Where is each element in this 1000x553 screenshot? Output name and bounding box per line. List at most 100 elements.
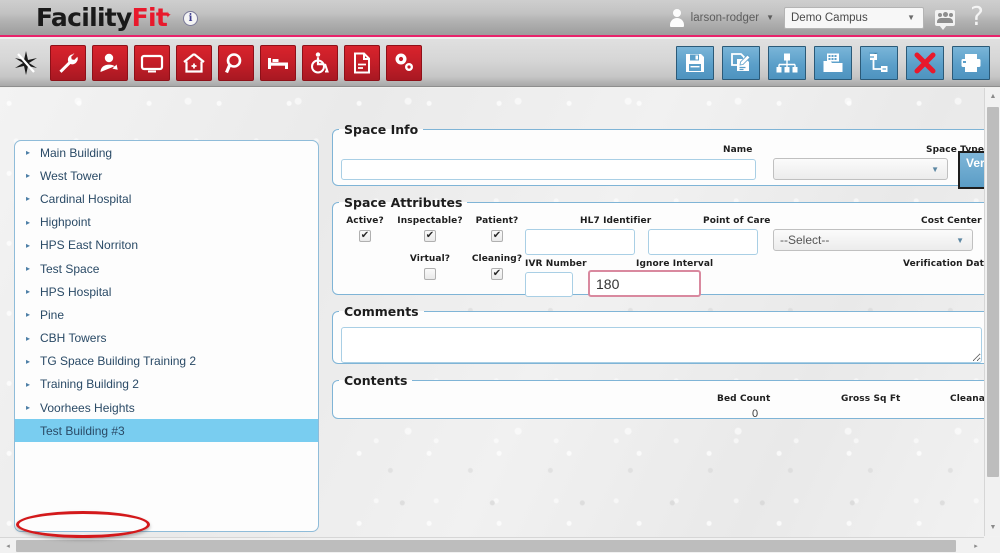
scroll-down-arrow-icon[interactable]: ▼ xyxy=(985,519,1000,536)
tree-item[interactable]: ▸ Cardinal Hospital xyxy=(15,187,318,210)
bed-icon-button[interactable] xyxy=(260,45,296,81)
building-tree-panel: ▸ Main Building ▸ West Tower ▸ Cardinal … xyxy=(14,140,319,532)
gross-sqft-header: Gross Sq Ft xyxy=(841,394,900,404)
home-plus-icon-button[interactable] xyxy=(176,45,212,81)
tree-item[interactable]: ▸ HPS Hospital xyxy=(15,280,318,303)
expander-icon[interactable]: ▸ xyxy=(26,334,40,343)
hierarchy-button[interactable] xyxy=(768,46,806,80)
node-link-button[interactable] xyxy=(860,46,898,80)
space-info-body: Name Space Type ▼ Verify Now xyxy=(333,137,991,150)
expander-icon[interactable]: ▸ xyxy=(26,380,40,389)
tree-item[interactable]: ▸ Main Building xyxy=(15,141,318,164)
expander-icon[interactable]: ▸ xyxy=(26,241,40,250)
person-icon xyxy=(98,51,122,75)
delete-x-icon xyxy=(913,51,937,75)
gears-icon-button[interactable] xyxy=(386,45,422,81)
expander-icon[interactable]: ▸ xyxy=(26,287,40,296)
expander-icon[interactable]: ▸ xyxy=(26,357,40,366)
expander-icon[interactable]: ▸ xyxy=(26,171,40,180)
tree-item[interactable]: ▸ West Tower xyxy=(15,164,318,187)
campus-select[interactable]: Demo Campus ▼ xyxy=(784,7,924,29)
header-right-cluster: larson-rodger ▼ Demo Campus ▼ ? xyxy=(669,7,988,29)
ignore-interval-input[interactable] xyxy=(588,270,701,297)
patient-checkbox[interactable]: ✔ xyxy=(491,230,503,242)
scroll-right-arrow-icon[interactable]: ▸ xyxy=(968,538,984,553)
cost-center-value: --Select-- xyxy=(780,233,829,247)
magnifier-icon-button[interactable] xyxy=(218,45,254,81)
copy-edit-button[interactable] xyxy=(722,46,760,80)
name-input[interactable] xyxy=(341,159,756,180)
vertical-scrollbar[interactable]: ▲ ▼ xyxy=(984,88,1000,536)
ivr-number-input[interactable] xyxy=(525,272,573,297)
space-attributes-panel: Space Attributes Active? ✔ Inspectable? … xyxy=(332,195,992,295)
inspectable-checkbox[interactable]: ✔ xyxy=(424,230,436,242)
chevron-down-icon: ▼ xyxy=(931,165,939,174)
comments-textarea[interactable] xyxy=(341,327,982,363)
chevron-down-icon: ▼ xyxy=(907,13,915,22)
scrollbar-corner xyxy=(984,537,1000,553)
tree-item[interactable]: ▸ CBH Towers xyxy=(15,327,318,350)
scroll-left-arrow-icon[interactable]: ◂ xyxy=(0,538,16,553)
space-info-panel: Space Info Name Space Type ▼ Verify Now xyxy=(332,122,992,186)
delete-button[interactable] xyxy=(906,46,944,80)
tree-item-label: Highpoint xyxy=(40,215,91,229)
tree-item[interactable]: ▸ Pine xyxy=(15,303,318,326)
expander-icon[interactable]: ▸ xyxy=(26,310,40,319)
vertical-scroll-thumb[interactable] xyxy=(987,107,999,477)
toolbar-left-group xyxy=(8,45,422,81)
info-icon[interactable]: i xyxy=(183,11,198,26)
wheelchair-icon-button[interactable] xyxy=(302,45,338,81)
tree-item[interactable]: ▸ Voorhees Heights xyxy=(15,396,318,419)
help-button[interactable]: ? xyxy=(966,8,988,28)
bed-count-header: Bed Count xyxy=(717,394,770,404)
hl7-identifier-input[interactable] xyxy=(525,229,635,255)
chevron-down-icon: ▼ xyxy=(956,236,964,245)
tree-item[interactable]: ▸ Highpoint xyxy=(15,211,318,234)
cleaning-checkbox[interactable]: ✔ xyxy=(491,268,503,280)
virtual-checkbox[interactable] xyxy=(424,268,436,280)
tree-item-selected[interactable]: Test Building #3 xyxy=(15,419,318,442)
contents-legend: Contents xyxy=(339,373,412,388)
tree-item[interactable]: ▸ TG Space Building Training 2 xyxy=(15,350,318,373)
tree-item[interactable]: ▸ Test Space xyxy=(15,257,318,280)
expander-icon[interactable]: ▸ xyxy=(26,264,40,273)
point-of-care-label: Point of Care xyxy=(703,216,770,226)
expander-icon[interactable]: ▸ xyxy=(26,148,40,157)
save-button[interactable] xyxy=(676,46,714,80)
tree-item-label: CBH Towers xyxy=(40,331,106,345)
ignore-interval-label: Ignore Interval xyxy=(636,259,713,269)
space-attributes-legend: Space Attributes xyxy=(339,195,467,210)
patient-checkbox-group: Patient? ✔ xyxy=(469,216,525,242)
monitor-icon-button[interactable] xyxy=(134,45,170,81)
tree-item[interactable]: ▸ HPS East Norriton xyxy=(15,234,318,257)
hl7-identifier-label: HL7 Identifier xyxy=(580,216,651,226)
app-logo: FacilityFit✦ i xyxy=(36,5,198,30)
expander-icon[interactable]: ▸ xyxy=(26,194,40,203)
user-menu[interactable]: larson-rodger ▼ xyxy=(669,9,774,26)
tree-item-label: West Tower xyxy=(40,169,102,183)
document-icon-button[interactable] xyxy=(344,45,380,81)
horizontal-scroll-thumb[interactable] xyxy=(16,540,956,552)
main-toolbar xyxy=(0,39,1000,87)
print-button[interactable] xyxy=(952,46,990,80)
document-icon xyxy=(350,51,374,75)
space-type-select[interactable]: ▼ xyxy=(773,158,948,180)
horizontal-scrollbar[interactable]: ◂ ▸ xyxy=(0,537,1000,553)
virtual-label: Virtual? xyxy=(395,254,465,264)
point-of-care-input[interactable] xyxy=(648,229,758,255)
expander-icon[interactable]: ▸ xyxy=(26,218,40,227)
person-icon-button[interactable] xyxy=(92,45,128,81)
building-folder-button[interactable] xyxy=(814,46,852,80)
scroll-up-arrow-icon[interactable]: ▲ xyxy=(985,88,1000,105)
group-users-button[interactable] xyxy=(934,8,956,28)
tree-item-label: Main Building xyxy=(40,146,112,160)
wrench-icon-button[interactable] xyxy=(50,45,86,81)
expander-icon[interactable]: ▸ xyxy=(26,403,40,412)
active-checkbox[interactable]: ✔ xyxy=(359,230,371,242)
sparkle-icon-button[interactable] xyxy=(8,45,44,81)
cost-center-select[interactable]: --Select-- ▼ xyxy=(773,229,973,251)
tree-item[interactable]: ▸ Training Building 2 xyxy=(15,373,318,396)
logo-text: FacilityFit✦ xyxy=(36,5,174,30)
name-label: Name xyxy=(723,145,753,155)
node-link-icon xyxy=(868,52,890,74)
